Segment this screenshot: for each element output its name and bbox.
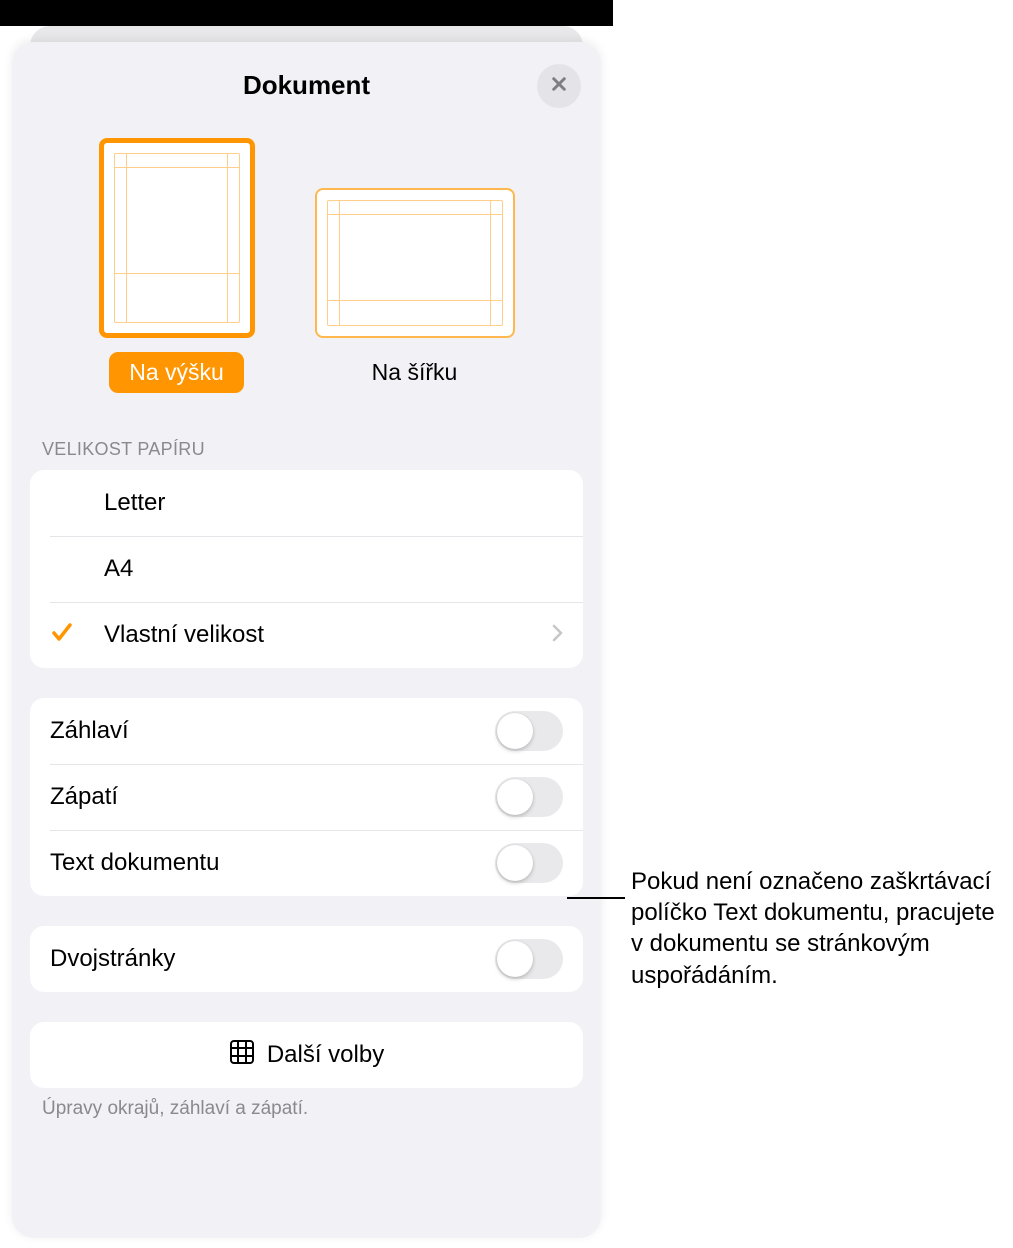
header-footer-card: Záhlaví Zápatí Text dokumentu bbox=[30, 698, 583, 896]
section-footer-note: Úpravy okrajů, záhlaví a zápatí. bbox=[30, 1088, 583, 1120]
portrait-label: Na výšku bbox=[109, 352, 244, 393]
close-button[interactable] bbox=[537, 64, 581, 108]
paper-size-custom[interactable]: Vlastní velikost bbox=[30, 602, 583, 668]
paper-size-a4[interactable]: A4 bbox=[30, 536, 583, 602]
portrait-thumb bbox=[99, 138, 255, 338]
close-icon bbox=[550, 75, 568, 98]
toggle-footer-label: Zápatí bbox=[50, 783, 495, 811]
orientation-landscape[interactable]: Na šířku bbox=[315, 188, 515, 393]
paper-size-letter[interactable]: Letter bbox=[30, 470, 583, 536]
checkmark-icon bbox=[50, 620, 74, 651]
paper-size-custom-label: Vlastní velikost bbox=[104, 621, 552, 649]
paper-size-letter-label: Letter bbox=[104, 489, 563, 517]
toggle-header-row: Záhlaví bbox=[30, 698, 583, 764]
toggle-header-label: Záhlaví bbox=[50, 717, 495, 745]
toggle-body[interactable] bbox=[495, 843, 563, 883]
toggle-spreads[interactable] bbox=[495, 939, 563, 979]
sheet-title: Dokument bbox=[12, 70, 601, 101]
spreads-card: Dvojstránky bbox=[30, 926, 583, 992]
toggle-body-row: Text dokumentu bbox=[30, 830, 583, 896]
paper-size-a4-label: A4 bbox=[104, 555, 563, 583]
toggle-footer[interactable] bbox=[495, 777, 563, 817]
document-settings-sheet: Dokument Na výšku Na šířku bbox=[12, 42, 601, 1238]
toggle-body-label: Text dokumentu bbox=[50, 849, 495, 877]
callout-leader-line bbox=[567, 897, 625, 899]
callout-text: Pokud není označeno zaškrtávací políčko … bbox=[631, 866, 1003, 991]
status-bar-black bbox=[0, 0, 613, 26]
toggle-footer-row: Zápatí bbox=[30, 764, 583, 830]
grid-icon bbox=[229, 1039, 255, 1072]
sheet-header: Dokument bbox=[12, 42, 601, 120]
paper-size-card: Letter A4 Vlastní velikost bbox=[30, 470, 583, 668]
orientation-selector: Na výšku Na šířku bbox=[12, 120, 601, 403]
toggle-spreads-label: Dvojstránky bbox=[50, 945, 495, 973]
toggle-spreads-row: Dvojstránky bbox=[30, 926, 583, 992]
orientation-portrait[interactable]: Na výšku bbox=[99, 138, 255, 393]
toggle-header[interactable] bbox=[495, 711, 563, 751]
chevron-right-icon bbox=[552, 621, 563, 649]
paper-size-header: Velikost papíru bbox=[30, 403, 583, 470]
landscape-thumb bbox=[315, 188, 515, 338]
more-options-label: Další volby bbox=[267, 1041, 384, 1069]
landscape-label: Na šířku bbox=[352, 352, 478, 393]
more-options-button[interactable]: Další volby bbox=[30, 1022, 583, 1088]
